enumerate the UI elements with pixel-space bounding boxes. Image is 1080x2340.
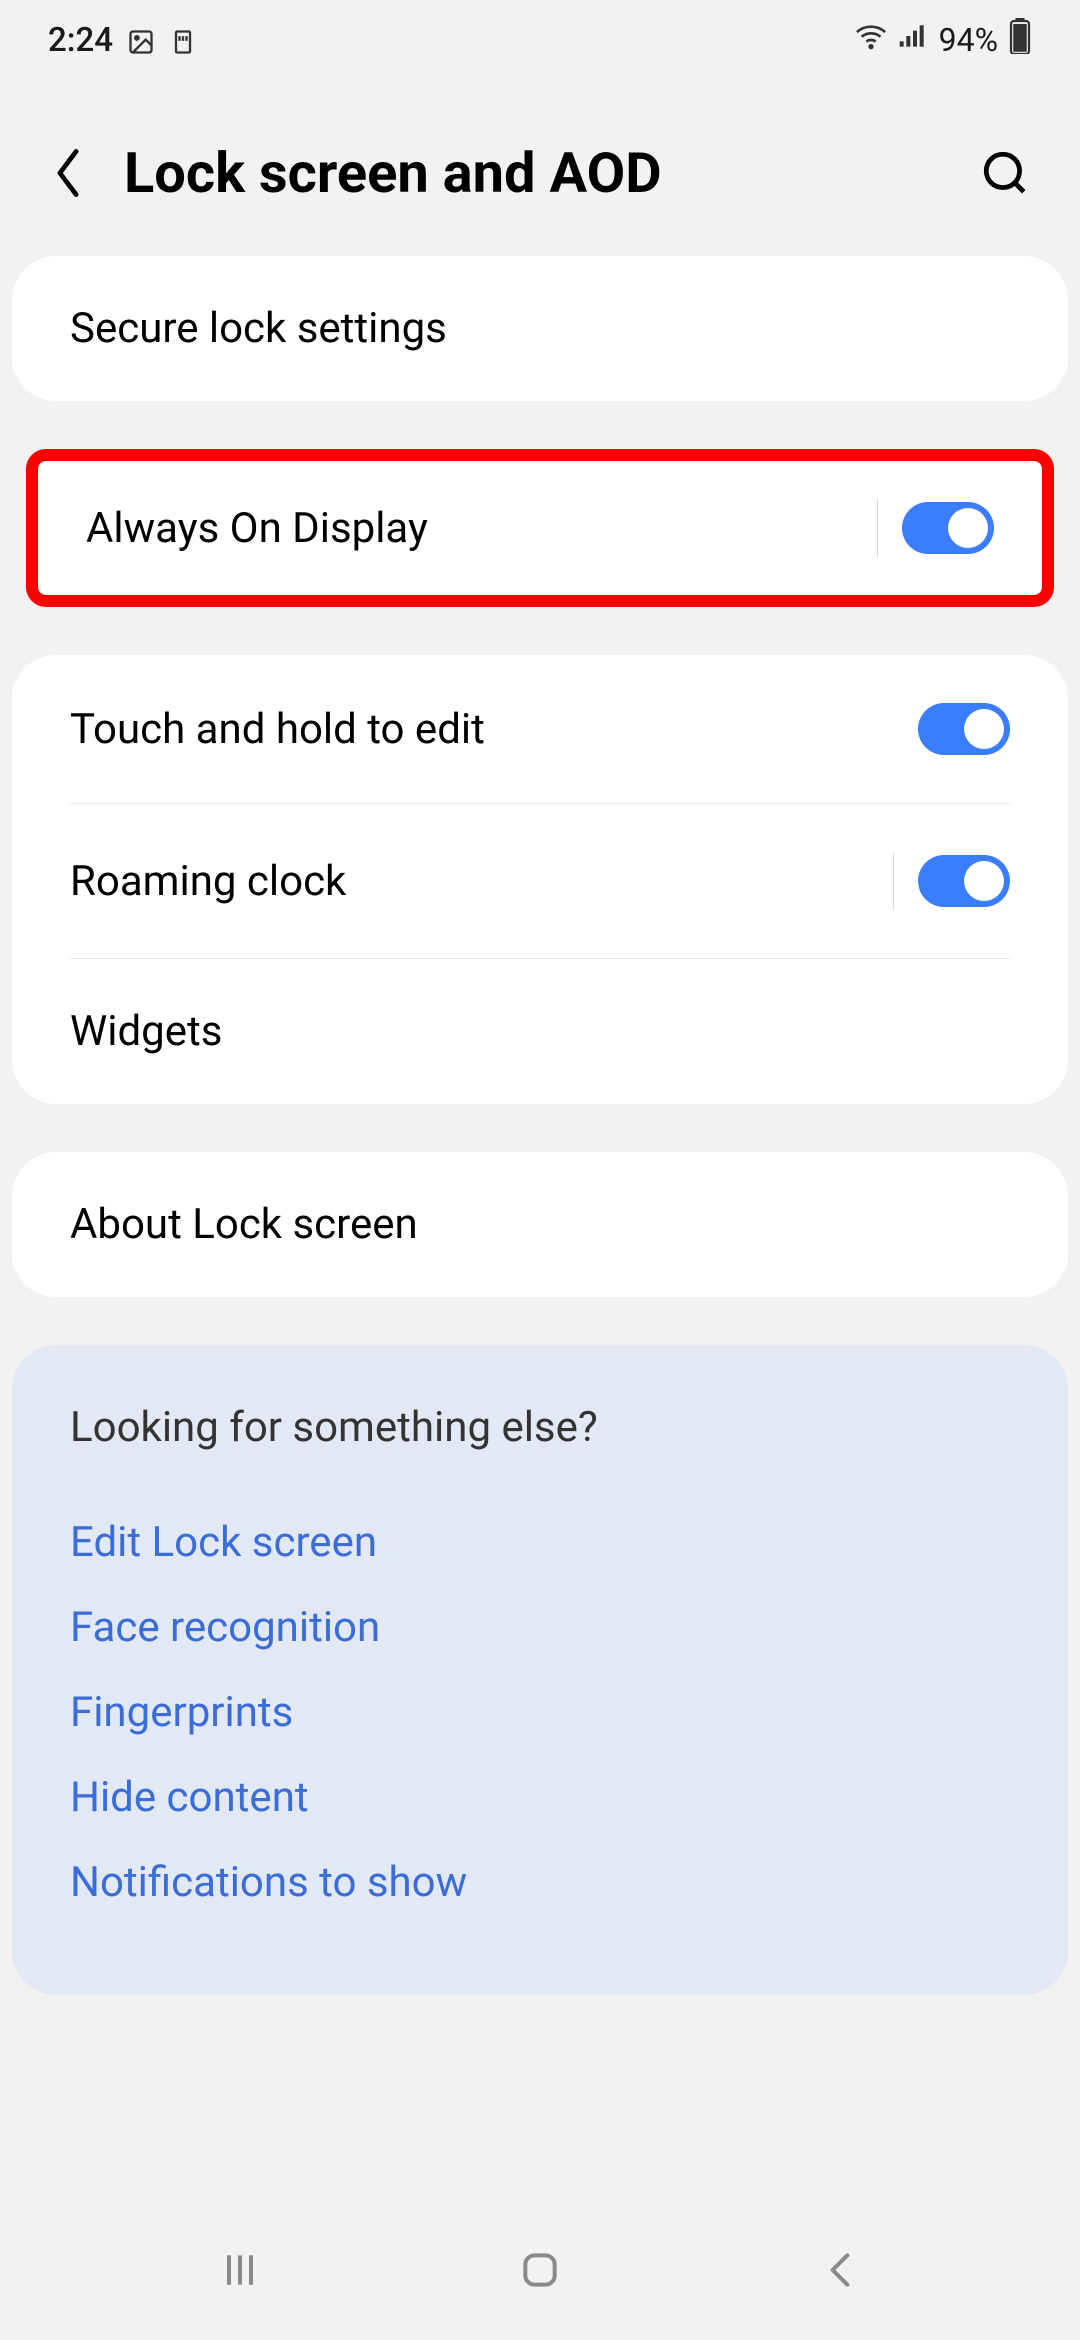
- nav-bar: [0, 2200, 1080, 2340]
- suggestion-fingerprints[interactable]: Fingerprints: [70, 1670, 1010, 1755]
- suggestion-face-recognition[interactable]: Face recognition: [70, 1585, 1010, 1670]
- back-button[interactable]: [48, 153, 88, 193]
- aod-label: Always On Display: [86, 504, 428, 553]
- toggle-knob: [964, 709, 1004, 749]
- back-nav-button[interactable]: [810, 2240, 870, 2300]
- separator: [877, 499, 878, 557]
- suggestion-edit-lock[interactable]: Edit Lock screen: [70, 1500, 1010, 1585]
- status-bar: 2:24 94%: [0, 0, 1080, 80]
- suggestion-notifications[interactable]: Notifications to show: [70, 1840, 1010, 1925]
- widgets-label: Widgets: [70, 1007, 222, 1056]
- home-button[interactable]: [510, 2240, 570, 2300]
- aod-card: Always On Display: [26, 449, 1054, 607]
- widgets-row[interactable]: Widgets: [12, 959, 1068, 1104]
- page-title: Lock screen and AOD: [124, 140, 942, 206]
- suggestion-hide-content[interactable]: Hide content: [70, 1755, 1010, 1840]
- battery-icon: [1008, 18, 1032, 62]
- touch-edit-label: Touch and hold to edit: [70, 705, 485, 754]
- status-right: 94%: [855, 18, 1032, 62]
- wifi-icon: [855, 20, 887, 60]
- recent-apps-button[interactable]: [210, 2240, 270, 2300]
- roaming-clock-label: Roaming clock: [70, 857, 346, 906]
- battery-percent: 94%: [939, 21, 998, 59]
- secure-lock-card: Secure lock settings: [12, 256, 1068, 401]
- toggle-knob: [948, 508, 988, 548]
- roaming-toggle-group: [893, 852, 1010, 910]
- status-time: 2:24: [48, 21, 113, 60]
- toggle-knob: [964, 861, 1004, 901]
- aod-row[interactable]: Always On Display: [38, 461, 1042, 595]
- touch-edit-toggle[interactable]: [918, 703, 1010, 755]
- aod-toggle[interactable]: [902, 502, 994, 554]
- signal-icon: [897, 20, 929, 60]
- suggestions-card: Looking for something else? Edit Lock sc…: [12, 1345, 1068, 1995]
- secure-lock-row[interactable]: Secure lock settings: [12, 256, 1068, 401]
- suggestions-title: Looking for something else?: [70, 1403, 1010, 1452]
- sim-icon: [169, 26, 197, 54]
- options-card: Touch and hold to edit Roaming clock Wid…: [12, 655, 1068, 1104]
- roaming-clock-toggle[interactable]: [918, 855, 1010, 907]
- about-row[interactable]: About Lock screen: [12, 1152, 1068, 1297]
- secure-lock-label: Secure lock settings: [70, 304, 447, 353]
- page-header: Lock screen and AOD: [0, 80, 1080, 256]
- status-left: 2:24: [48, 21, 197, 60]
- touch-edit-row[interactable]: Touch and hold to edit: [12, 655, 1068, 803]
- about-card: About Lock screen: [12, 1152, 1068, 1297]
- separator: [893, 852, 894, 910]
- image-icon: [127, 26, 155, 54]
- about-label: About Lock screen: [70, 1200, 418, 1249]
- aod-toggle-group: [877, 499, 994, 557]
- roaming-clock-row[interactable]: Roaming clock: [12, 804, 1068, 958]
- search-button[interactable]: [978, 146, 1032, 200]
